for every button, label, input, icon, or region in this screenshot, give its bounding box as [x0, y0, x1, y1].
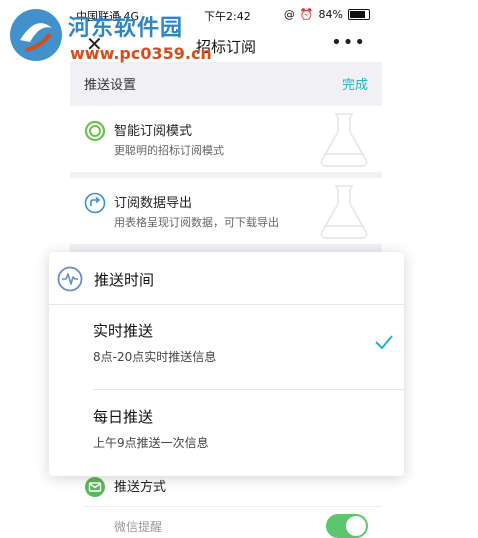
option-daily[interactable]: 每日推送 上午9点推送一次信息 — [93, 404, 404, 464]
push-time-popup: 推送时间 实时推送 8点-20点实时推送信息 每日推送 上午9点推送一次信息 — [49, 252, 404, 476]
card-title: 智能订阅模式 — [114, 124, 193, 139]
option-desc: 上午9点推送一次信息 — [93, 436, 209, 450]
option-realtime[interactable]: 实时推送 8点-20点实时推送信息 — [93, 318, 404, 388]
settings-title: 推送设置 — [84, 78, 137, 93]
card-desc: 用表格呈现订阅数据，可下载导出 — [114, 216, 279, 229]
alarm-icon: ⏰ — [299, 8, 314, 21]
battery-icon — [348, 9, 370, 20]
battery-percent: 84% — [318, 8, 343, 21]
flask-watermark-icon — [320, 185, 368, 239]
green-ring-icon — [84, 120, 106, 142]
pulse-circle-icon — [57, 266, 83, 292]
option-title: 实时推送 — [93, 322, 154, 340]
divider — [93, 389, 404, 390]
location-icon: @ — [283, 8, 295, 21]
push-method-card[interactable]: 推送方式 微信提醒 — [70, 466, 382, 538]
remind-toggle[interactable] — [326, 514, 368, 538]
watermark-logo: 河东软件园 www.pc0359.cn — [6, 6, 216, 66]
push-method-title: 推送方式 — [114, 480, 167, 495]
status-right: @ ⏰ 84% — [284, 8, 370, 21]
share-circle-icon — [84, 192, 106, 214]
card-title: 订阅数据导出 — [114, 196, 193, 211]
divider — [84, 506, 382, 507]
card-desc: 更聪明的招标订阅模式 — [114, 144, 224, 157]
watermark-emblem-icon — [10, 9, 62, 61]
option-desc: 8点-20点实时推送信息 — [93, 350, 217, 364]
export-data-card[interactable]: 订阅数据导出 用表格呈现订阅数据，可下载导出 — [70, 178, 382, 244]
flask-watermark-icon — [320, 113, 368, 167]
checkmark-icon — [375, 335, 393, 350]
option-title: 每日推送 — [93, 408, 154, 426]
watermark-site-name: 河东软件园 — [68, 16, 184, 41]
watermark-url: www.pc0359.cn — [70, 44, 212, 63]
wechat-remind-label: 微信提醒 — [114, 520, 163, 534]
mail-icon — [85, 477, 105, 497]
more-icon[interactable]: ••• — [331, 32, 366, 53]
done-button[interactable]: 完成 — [342, 74, 368, 93]
popup-title: 推送时间 — [94, 271, 155, 289]
settings-header: 推送设置 完成 — [70, 62, 382, 102]
smart-subscription-card[interactable]: 智能订阅模式 更聪明的招标订阅模式 — [70, 106, 382, 172]
divider — [49, 304, 404, 305]
